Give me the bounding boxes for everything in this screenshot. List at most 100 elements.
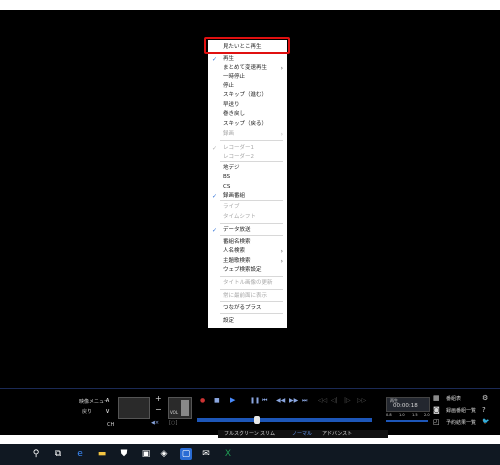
fast-forward-icon[interactable]: ▶▶ [289, 397, 298, 404]
context-menu-item-label: ウェブ検索設定 [223, 267, 262, 273]
context-menu-item-label: CS [223, 184, 231, 190]
prev-icon: ◁◁ [318, 397, 328, 404]
play-icon[interactable]: ▶ [230, 396, 235, 404]
mode-tab[interactable]: アドバンスト [322, 430, 352, 438]
submenu-arrow-icon: › [280, 248, 283, 255]
task-view-icon[interactable]: ⧉ [52, 448, 64, 460]
up-arrow-icon[interactable]: ∧ [105, 396, 110, 404]
time-display: 再生 00:00:18 [386, 397, 430, 412]
context-menu-item[interactable]: スキップ（進む） [208, 91, 287, 100]
checkmark-icon: ✓ [212, 145, 218, 152]
highlight-annotation-box [204, 37, 290, 54]
store-icon[interactable]: ⛊ [118, 448, 130, 460]
context-menu-item: 常に最前面に表示 [208, 292, 287, 301]
menu-separator [220, 200, 283, 201]
next-icon: ▷▷ [357, 397, 367, 404]
context-menu-item-label: 早送り [223, 102, 240, 108]
camera-icon[interactable]: ◙ [433, 406, 440, 414]
minus-icon[interactable]: − [155, 405, 162, 414]
context-menu-item[interactable]: 巻き戻し [208, 110, 287, 119]
plus-icon[interactable]: + [155, 394, 162, 403]
context-menu-item[interactable]: 番組名検索 [208, 238, 287, 247]
context-menu-item[interactable]: スキップ（戻る） [208, 120, 287, 129]
context-menu-item[interactable]: 一時停止 [208, 73, 287, 82]
back-label[interactable]: 戻り [82, 408, 92, 415]
menu-separator [220, 223, 283, 224]
submenu-arrow-icon: › [280, 131, 283, 138]
taskbar: ⚲ ⧉ e ▬ ⛊ ▣ ◈ ▢ ✉ X [0, 444, 500, 465]
app-icon[interactable]: ▣ [140, 448, 152, 460]
context-menu-item[interactable]: ✓ 再生 [208, 55, 287, 64]
mute-icon[interactable]: ◀× [151, 420, 159, 426]
speed-tick-label: 1.0 [399, 413, 405, 417]
menu-separator [220, 289, 283, 290]
checkmark-icon: ✓ [212, 227, 218, 234]
speed-tick-label: 1.5 [412, 413, 418, 417]
context-menu-item-label: まとめて変速再生 [223, 65, 268, 71]
rewind-icon[interactable]: ◀◀ [276, 397, 285, 404]
menu-separator [220, 276, 283, 277]
grid-icon[interactable]: ▦ [433, 394, 440, 402]
mode-tab[interactable]: ノーマル [292, 430, 312, 438]
context-menu-item-label: レコーダー1 [223, 145, 254, 151]
gear-icon[interactable]: ⚙ [482, 394, 488, 402]
context-menu-item[interactable]: 人名検索 › [208, 247, 287, 256]
context-menu-item[interactable]: ✓ データ放送 [208, 226, 287, 235]
context-menu-item-label: タイムシフト [223, 214, 256, 220]
twitter-icon[interactable]: 🐦 [482, 418, 489, 425]
edge-icon[interactable]: e [74, 448, 86, 460]
app-icon-2[interactable]: ◈ [158, 448, 170, 460]
folder-icon[interactable]: ▬ [96, 448, 108, 460]
skip-forward-icon[interactable]: ⏭ [302, 397, 307, 405]
context-menu-item[interactable]: 主題歌検索 › [208, 257, 287, 266]
right-button-label[interactable]: 番組表 [446, 395, 461, 402]
context-menu-item[interactable]: つながるプラス [208, 304, 287, 313]
mail-icon[interactable]: ✉ [200, 448, 212, 460]
down-arrow-icon[interactable]: ∨ [105, 407, 110, 415]
seek-bar[interactable] [197, 418, 372, 422]
calendar-icon[interactable]: ◰ [433, 418, 440, 426]
context-menu-item-label: スキップ（戻る） [223, 121, 268, 127]
speed-tick-label: 2.0 [424, 413, 430, 417]
context-menu-item[interactable]: 早送り [208, 101, 287, 110]
context-menu-item: ✓ レコーダー1 [208, 144, 287, 153]
checkmark-icon: ✓ [212, 193, 218, 200]
context-menu-item-label: スキップ（進む） [223, 92, 268, 98]
right-button-label[interactable]: 予約結果一覧 [446, 419, 476, 426]
search-icon[interactable]: ⚲ [30, 448, 42, 460]
display-mode-bar: フルスクリーン スリム ノーマル アドバンスト [218, 430, 388, 438]
context-menu-item-label: BS [223, 174, 231, 180]
record-icon[interactable]: ● [200, 397, 205, 404]
context-menu-item[interactable]: 地デジ [208, 164, 287, 173]
stop-icon[interactable]: ■ [214, 397, 220, 404]
help-icon[interactable]: ? [482, 406, 486, 414]
context-menu-item: タイムシフト [208, 213, 287, 222]
context-menu-item-label: 人名検索 [223, 248, 246, 254]
context-menu-item[interactable]: 設定 [208, 317, 287, 326]
ch-label: CH [107, 422, 115, 428]
context-menu-item-label: 再生 [223, 56, 235, 62]
context-menu-item[interactable]: 停止 [208, 82, 287, 91]
context-menu-item: 録画 › [208, 130, 287, 139]
context-menu-item[interactable]: CS [208, 183, 287, 192]
pause-icon[interactable]: ❚❚ [250, 397, 260, 404]
step-forward-icon: |▷ [344, 397, 351, 404]
speed-slider[interactable] [386, 420, 428, 422]
context-menu-item[interactable]: まとめて変速再生 › [208, 64, 287, 73]
context-menu-item-label: 地デジ [223, 165, 240, 171]
context-menu-item[interactable]: ウェブ検索設定 [208, 266, 287, 275]
context-menu-item-label: データ放送 [223, 227, 251, 233]
context-menu-item[interactable]: BS [208, 173, 287, 182]
speed-tick-label: 0.8 [386, 413, 392, 417]
skip-back-icon[interactable]: ⏮ [262, 397, 267, 405]
seek-knob[interactable] [254, 416, 260, 424]
excel-icon[interactable]: X [222, 448, 234, 460]
mode-tab[interactable]: フルスクリーン [224, 430, 259, 438]
active-app-icon[interactable]: ▢ [180, 448, 192, 460]
right-button-label[interactable]: 録画番組一覧 [446, 407, 476, 414]
control-bar: 映像メニュー ∧ 戻り ∨ CH + − ◀× [○] VOL ● ■ ▶ ❚❚… [0, 388, 500, 430]
mode-tab[interactable]: スリム [260, 430, 275, 438]
step-back-icon: ◁| [331, 397, 338, 404]
volume-bracket-icon: [○] [169, 420, 178, 426]
context-menu-item-label: 停止 [223, 83, 235, 89]
